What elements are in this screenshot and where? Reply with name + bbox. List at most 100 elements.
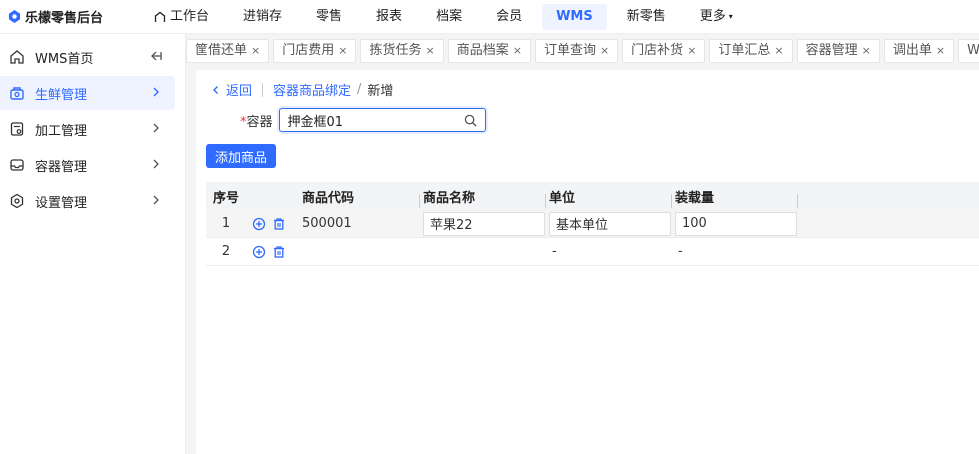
nav-label: 零售: [316, 8, 343, 24]
app-title: 乐檬零售后台: [25, 11, 104, 26]
add-circle-icon[interactable]: [252, 245, 266, 259]
tab-store-expense[interactable]: 门店费用 ×: [273, 39, 357, 63]
collapse-icon[interactable]: [149, 49, 163, 63]
process-icon: [8, 120, 26, 138]
header-code: 商品代码: [294, 187, 420, 208]
row-unit-cell: 基本单位: [546, 211, 672, 236]
home-icon: [8, 48, 26, 66]
container-form-row: *容器 押金框01: [240, 108, 486, 132]
tab-basket-loan[interactable]: 筐借还单 ×: [186, 39, 270, 63]
top-nav: 工作台 进销存 零售 报表 档案 会员 WMS 新零售 更多 ▾: [140, 0, 753, 34]
row-no: 2: [221, 244, 231, 259]
back-link[interactable]: 返回: [210, 80, 252, 99]
nav-retail[interactable]: 零售: [302, 4, 356, 30]
tab-wms-home[interactable]: WMS首页×: [958, 39, 979, 63]
close-icon[interactable]: ×: [774, 39, 783, 63]
row-unit[interactable]: -: [546, 244, 672, 259]
divider: [262, 82, 264, 97]
nav-member[interactable]: 会员: [482, 4, 536, 30]
nav-label: 档案: [436, 8, 463, 24]
back-label: 返回: [226, 84, 253, 99]
tab-order-summary[interactable]: 订单汇总 ×: [709, 39, 793, 63]
tab-label: WMS首页: [967, 43, 979, 58]
chevron-right-icon: [149, 85, 163, 99]
row-no: 1: [221, 216, 231, 231]
nav-label: 报表: [376, 8, 403, 24]
sidebar: WMS首页 生鲜管理 加工管理 容器管理 设置管理: [0, 34, 186, 454]
sidebar-item-fresh[interactable]: 生鲜管理: [0, 76, 175, 110]
close-icon[interactable]: ×: [425, 39, 434, 63]
nav-label: 工作台: [170, 8, 210, 24]
nav-new-retail[interactable]: 新零售: [613, 4, 680, 30]
nav-wms[interactable]: WMS: [542, 3, 607, 30]
nav-inventory[interactable]: 进销存: [229, 4, 296, 30]
tab-store-replenish[interactable]: 门店补货 ×: [622, 39, 706, 63]
breadcrumb-current: 新增: [367, 84, 394, 99]
table-row: 1 500001 苹果22 基本单位 100: [206, 210, 979, 238]
sidebar-item-label: 设置管理: [35, 195, 88, 211]
container-label: *容器: [240, 111, 273, 130]
tab-transfer-out[interactable]: 调出单 ×: [883, 39, 955, 63]
close-icon[interactable]: ×: [687, 39, 696, 63]
capacity-input[interactable]: 100: [675, 211, 797, 236]
tab-label: 订单查询: [543, 43, 596, 58]
sidebar-item-settings[interactable]: 设置管理: [0, 184, 175, 218]
trash-icon[interactable]: [272, 245, 286, 259]
sidebar-item-label: 容器管理: [35, 159, 88, 175]
close-icon[interactable]: ×: [600, 39, 609, 63]
breadcrumb-parent[interactable]: 容器商品绑定: [273, 80, 351, 99]
sidebar-item-label: 生鲜管理: [35, 87, 88, 103]
close-icon[interactable]: ×: [862, 39, 871, 63]
add-circle-icon[interactable]: [252, 217, 266, 231]
tab-label: 容器管理: [805, 43, 858, 58]
app-logo[interactable]: 乐檬零售后台: [0, 7, 140, 26]
close-icon[interactable]: ×: [338, 39, 347, 63]
nav-reports[interactable]: 报表: [362, 4, 416, 30]
add-product-button[interactable]: 添加商品: [206, 144, 277, 168]
search-icon[interactable]: [464, 114, 477, 127]
nav-label: 更多: [699, 8, 726, 24]
logo-icon: [8, 10, 21, 23]
header-no: 序号: [212, 190, 239, 206]
nav-label: WMS: [556, 8, 593, 24]
nav-workbench[interactable]: 工作台: [140, 4, 223, 30]
tab-product-archive[interactable]: 商品档案 ×: [447, 39, 531, 63]
nav-label: 会员: [496, 8, 523, 24]
nav-archive[interactable]: 档案: [422, 4, 476, 30]
home-icon: [154, 11, 166, 22]
close-icon[interactable]: ×: [936, 39, 945, 63]
header-unit: 单位: [546, 187, 672, 208]
sidebar-item-processing[interactable]: 加工管理: [0, 112, 175, 146]
tab-picking-task[interactable]: 拣货任务 ×: [360, 39, 444, 63]
trash-icon[interactable]: [272, 217, 286, 231]
row-code: 500001: [302, 216, 352, 231]
unit-select[interactable]: 基本单位: [549, 211, 671, 236]
product-name-input[interactable]: 苹果22: [423, 211, 545, 236]
main-area: 筐借还单 × 门店费用 × 拣货任务 × 商品档案 × 订单查询 × 门店补货 × 订单汇总…: [186, 34, 979, 454]
sidebar-item-wms-home[interactable]: WMS首页: [0, 40, 175, 74]
chevron-left-icon: [213, 85, 218, 94]
close-icon[interactable]: ×: [513, 39, 522, 63]
row-capacity-cell: 100: [672, 211, 798, 236]
tab-label: 拣货任务: [369, 43, 422, 58]
container-select-value: 押金框01: [287, 114, 344, 130]
nav-more[interactable]: 更多 ▾: [686, 4, 747, 30]
tab-container-mgmt[interactable]: 容器管理 ×: [796, 39, 880, 63]
product-grid: 序号 商品代码 商品名称 单位 装载量 1 500001 苹果22 基本单位 1…: [206, 182, 979, 266]
tab-order-query[interactable]: 订单查询 ×: [534, 39, 619, 63]
chevron-right-icon: [149, 121, 163, 135]
header-name: 商品名称: [420, 187, 546, 208]
breadcrumb: 返回 容器商品绑定 / 新增: [210, 80, 393, 99]
close-icon[interactable]: ×: [251, 39, 260, 63]
chevron-right-icon: [149, 157, 163, 171]
nav-label: 新零售: [626, 8, 666, 24]
top-navbar: 乐檬零售后台 工作台 进销存 零售 报表 档案 会员 WMS 新零售 更多 ▾: [0, 0, 979, 34]
settings-icon: [8, 192, 26, 210]
sidebar-item-container[interactable]: 容器管理: [0, 148, 175, 182]
container-select[interactable]: 押金框01: [278, 108, 486, 132]
sidebar-item-label: WMS首页: [35, 51, 94, 67]
chevron-right-icon: [149, 193, 163, 207]
container-icon: [8, 156, 26, 174]
row-actions: [246, 217, 294, 231]
row-capacity[interactable]: -: [672, 244, 798, 259]
